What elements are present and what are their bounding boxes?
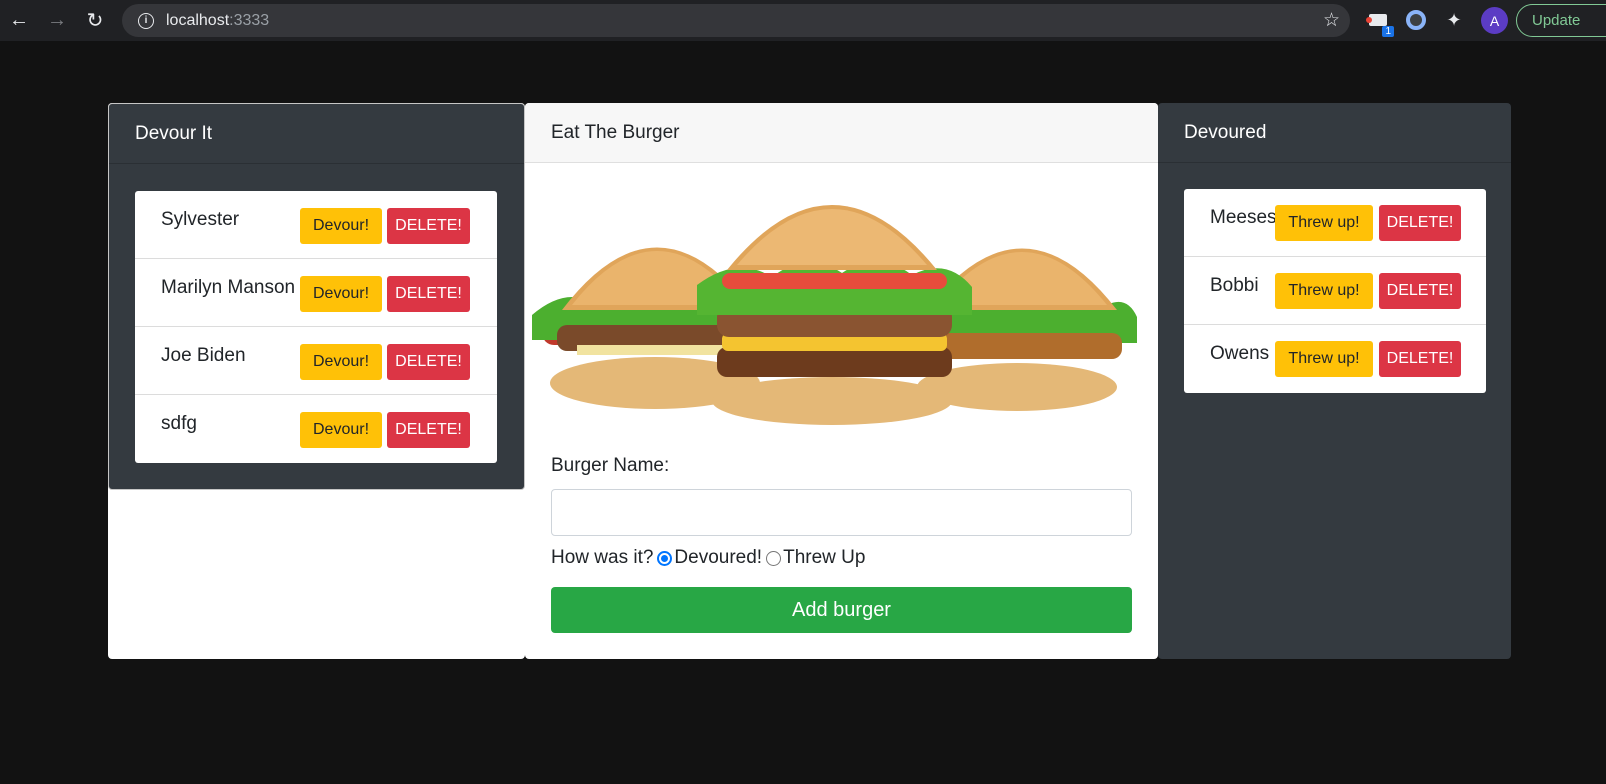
- devoured-panel: Devoured Meeses Threw up! DELETE! Bobbi …: [1158, 103, 1511, 659]
- browser-toolbar: ← → ↻ i localhost:3333 ☆ 1 ✦ A Update: [0, 0, 1606, 41]
- list-item: Joe Biden Devour! DELETE!: [135, 327, 497, 395]
- threw-up-radio[interactable]: [766, 550, 782, 566]
- delete-button[interactable]: DELETE!: [387, 412, 470, 448]
- extension-ring-icon[interactable]: [1404, 8, 1428, 32]
- list-item: Meeses Threw up! DELETE!: [1184, 189, 1486, 257]
- burger-name: sdfg: [161, 413, 197, 434]
- extension-cast-icon[interactable]: 1: [1366, 8, 1394, 37]
- devoured-list: Meeses Threw up! DELETE! Bobbi Threw up!…: [1184, 189, 1486, 393]
- threw-up-button[interactable]: Threw up!: [1275, 205, 1373, 241]
- eat-the-burger-title: Eat The Burger: [525, 103, 1158, 163]
- list-item: Owens Threw up! DELETE!: [1184, 325, 1486, 393]
- devoured-option-label: Devoured!: [674, 547, 763, 568]
- forward-icon[interactable]: →: [38, 0, 76, 41]
- burger-name: Meeses: [1210, 207, 1277, 228]
- threw-up-option-label: Threw Up: [783, 547, 866, 568]
- reload-icon[interactable]: ↻: [76, 0, 114, 41]
- back-icon[interactable]: ←: [0, 0, 38, 41]
- url-host: localhost: [166, 11, 230, 29]
- list-item: Marilyn Manson Devour! DELETE!: [135, 259, 497, 327]
- devour-it-panel: Devour It Sylvester Devour! DELETE! Mari…: [108, 103, 525, 659]
- list-item: Bobbi Threw up! DELETE!: [1184, 257, 1486, 325]
- extensions-puzzle-icon[interactable]: ✦: [1442, 8, 1466, 32]
- devoured-radio[interactable]: [657, 550, 673, 566]
- info-icon[interactable]: i: [138, 12, 154, 29]
- how-was-it-label: How was it?: [551, 547, 654, 568]
- eat-the-burger-panel: Eat The Burger Burger Name: How was it? …: [525, 103, 1158, 659]
- threw-up-button[interactable]: Threw up!: [1275, 341, 1373, 377]
- add-burger-button[interactable]: Add burger: [551, 587, 1132, 633]
- bookmark-star-icon[interactable]: ☆: [1323, 9, 1340, 32]
- burger-name-input[interactable]: [551, 489, 1132, 536]
- list-item: sdfg Devour! DELETE!: [135, 395, 497, 463]
- delete-button[interactable]: DELETE!: [1379, 205, 1461, 241]
- delete-button[interactable]: DELETE!: [1379, 341, 1461, 377]
- url-port: :3333: [229, 11, 270, 29]
- devoured-title: Devoured: [1158, 103, 1511, 163]
- devour-button[interactable]: Devour!: [300, 344, 382, 380]
- burger-image: [532, 205, 1137, 425]
- delete-button[interactable]: DELETE!: [387, 344, 470, 380]
- devour-button[interactable]: Devour!: [300, 412, 382, 448]
- threw-up-button[interactable]: Threw up!: [1275, 273, 1373, 309]
- delete-button[interactable]: DELETE!: [387, 276, 470, 312]
- devour-button[interactable]: Devour!: [300, 208, 382, 244]
- devour-it-title: Devour It: [109, 104, 524, 164]
- burger-name: Sylvester: [161, 209, 240, 230]
- devour-button[interactable]: Devour!: [300, 276, 382, 312]
- rating-radio-group: How was it? Devoured! Threw Up: [551, 547, 865, 569]
- burger-name: Joe Biden: [161, 345, 246, 366]
- extension-badge: 1: [1382, 26, 1394, 37]
- delete-button[interactable]: DELETE!: [387, 208, 470, 244]
- list-item: Sylvester Devour! DELETE!: [135, 191, 497, 259]
- burger-name: Owens: [1210, 343, 1270, 364]
- burger-name: Bobbi: [1210, 275, 1259, 296]
- burger-name: Marilyn Manson: [161, 277, 296, 298]
- devour-it-card: Devour It Sylvester Devour! DELETE! Mari…: [108, 103, 525, 490]
- burger-list: Sylvester Devour! DELETE! Marilyn Manson…: [135, 191, 497, 463]
- update-button[interactable]: Update: [1516, 4, 1606, 37]
- burger-name-label: Burger Name:: [551, 455, 670, 476]
- profile-avatar[interactable]: A: [1481, 7, 1508, 34]
- delete-button[interactable]: DELETE!: [1379, 273, 1461, 309]
- address-bar[interactable]: i localhost:3333 ☆: [122, 4, 1350, 37]
